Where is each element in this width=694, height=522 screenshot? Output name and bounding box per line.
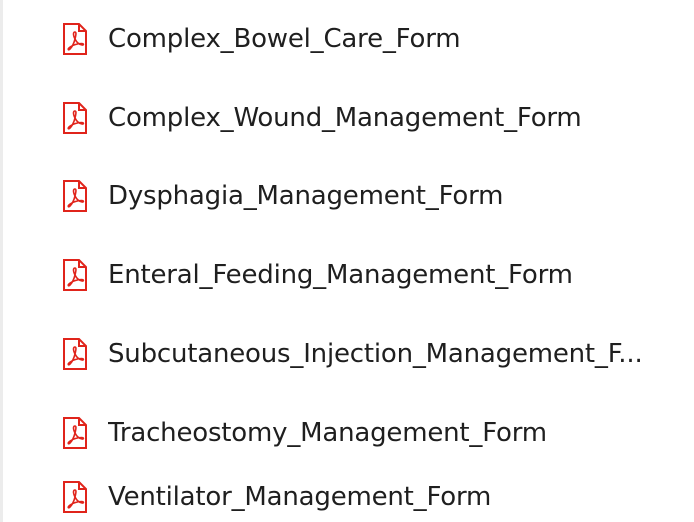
file-name: Ventilator_Management_Form	[108, 482, 492, 512]
file-name: Subcutaneous_Injection_Management_F...	[108, 339, 643, 369]
pdf-file-icon	[60, 22, 90, 56]
pdf-file-icon	[60, 101, 90, 135]
file-list: Complex_Bowel_Care_Form Complex_Wound_Ma…	[0, 0, 694, 522]
file-item[interactable]: Complex_Bowel_Care_Form	[52, 14, 682, 64]
file-item[interactable]: Dysphagia_Management_Form	[52, 171, 682, 221]
file-name: Enteral_Feeding_Management_Form	[108, 260, 573, 290]
file-item[interactable]: Enteral_Feeding_Management_Form	[52, 250, 682, 300]
file-item[interactable]: Complex_Wound_Management_Form	[52, 93, 682, 143]
file-name: Complex_Wound_Management_Form	[108, 103, 582, 133]
file-item[interactable]: Ventilator_Management_Form	[52, 472, 682, 522]
file-name: Tracheostomy_Management_Form	[108, 418, 547, 448]
pdf-file-icon	[60, 179, 90, 213]
pdf-file-icon	[60, 258, 90, 292]
pdf-file-icon	[60, 337, 90, 371]
file-name: Complex_Bowel_Care_Form	[108, 24, 461, 54]
pdf-file-icon	[60, 480, 90, 514]
file-item[interactable]: Tracheostomy_Management_Form	[52, 408, 682, 458]
file-name: Dysphagia_Management_Form	[108, 181, 504, 211]
file-item[interactable]: Subcutaneous_Injection_Management_F...	[52, 329, 682, 379]
pdf-file-icon	[60, 416, 90, 450]
